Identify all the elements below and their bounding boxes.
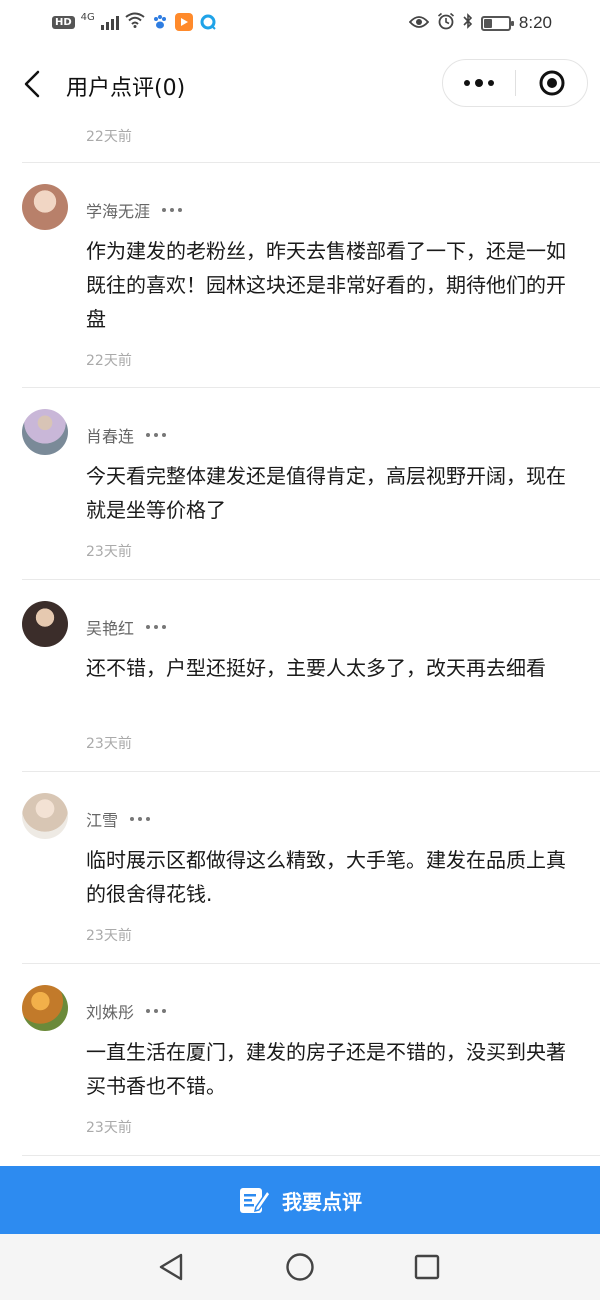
status-left: HD 4G	[52, 12, 217, 32]
review-header: 肖春连	[86, 423, 167, 447]
review-item: 刘姝彤 一直生活在厦门，建发的房子还是不错的，没买到央著买书香也不错。 23天前	[0, 964, 600, 1155]
more-options-icon[interactable]	[130, 817, 151, 821]
target-close-icon	[539, 70, 564, 96]
review-content: 还不错，户型还挺好，主要人太多了，改天再去细看	[86, 656, 546, 680]
more-menu-button[interactable]	[443, 60, 515, 106]
bluetooth-icon	[463, 12, 473, 34]
nav-bar: 用户点评(0)	[0, 48, 600, 120]
reviewer-name: 吴艳红	[86, 619, 135, 638]
battery-icon	[480, 15, 514, 31]
review-list[interactable]: 22天前 学海无涯 作为建发的老粉丝，昨天去售楼部看了一下，还是一如既往的喜欢！…	[0, 120, 600, 1166]
battery-level	[483, 18, 492, 28]
status-bar: HD 4G 8:20	[0, 0, 600, 48]
square-recents-icon	[414, 1254, 440, 1280]
reviewer-name: 肖春连	[86, 427, 135, 446]
triangle-back-icon	[159, 1253, 183, 1281]
edit-icon	[240, 1188, 271, 1213]
eye-icon	[408, 14, 430, 33]
close-miniprogram-button[interactable]	[516, 60, 587, 106]
avatar[interactable]	[22, 184, 68, 230]
write-review-button[interactable]: 我要点评	[0, 1166, 600, 1234]
review-item: 学海无涯 作为建发的老粉丝，昨天去售楼部看了一下，还是一如既往的喜欢！园林这块还…	[0, 163, 600, 388]
reviewer-name: 学海无涯	[86, 202, 151, 221]
avatar[interactable]	[22, 985, 68, 1031]
hd-badge: HD	[52, 15, 75, 29]
system-home-button[interactable]	[283, 1250, 317, 1284]
signal-icon	[100, 14, 119, 30]
review-item: 江雪 临时展示区都做得这么精致，大手笔。建发在品质上真的很舍得花钱. 23天前	[0, 772, 600, 963]
write-review-label: 我要点评	[282, 1189, 362, 1214]
browser-app-icon	[199, 13, 217, 31]
miniprogram-capsule	[442, 59, 588, 107]
review-time: 23天前	[86, 544, 132, 560]
avatar[interactable]	[22, 793, 68, 839]
system-nav-bar	[0, 1234, 600, 1300]
previous-review-stub: 22天前	[0, 120, 600, 163]
review-time: 22天前	[86, 353, 132, 369]
review-time: 22天前	[86, 129, 132, 145]
more-options-icon[interactable]	[146, 1009, 167, 1013]
review-item: 吴艳红 还不错，户型还挺好，主要人太多了，改天再去细看 23天前	[0, 580, 600, 771]
review-header: 学海无涯	[86, 198, 183, 222]
back-button[interactable]	[16, 68, 48, 100]
review-content: 作为建发的老粉丝，昨天去售楼部看了一下，还是一如既往的喜欢！园林这块还是非常好看…	[86, 239, 566, 331]
review-item: 肖春连 今天看完整体建发还是值得肯定，高层视野开阔，现在就是坐等价格了 23天前	[0, 388, 600, 579]
review-content: 今天看完整体建发还是值得肯定，高层视野开阔，现在就是坐等价格了	[86, 464, 566, 522]
reviewer-name: 江雪	[86, 811, 119, 830]
reviewer-name: 刘姝彤	[86, 1003, 135, 1022]
page-title: 用户点评(0)	[66, 76, 186, 101]
avatar[interactable]	[22, 601, 68, 647]
system-recents-button[interactable]	[410, 1250, 444, 1284]
clock: 8:20	[518, 13, 552, 32]
review-header: 江雪	[86, 807, 151, 831]
network-type: 4G	[80, 11, 95, 23]
review-header: 吴艳红	[86, 615, 167, 639]
review-content: 临时展示区都做得这么精致，大手笔。建发在品质上真的很舍得花钱.	[86, 848, 566, 906]
more-options-icon[interactable]	[162, 208, 183, 212]
review-time: 23天前	[86, 736, 132, 752]
chevron-left-icon	[24, 70, 40, 98]
paw-app-icon	[151, 13, 169, 31]
alarm-icon	[437, 12, 455, 34]
video-app-icon	[174, 13, 193, 31]
more-options-icon[interactable]	[146, 625, 167, 629]
divider	[22, 1155, 600, 1156]
review-header: 刘姝彤	[86, 999, 167, 1023]
avatar[interactable]	[22, 409, 68, 455]
review-time: 23天前	[86, 928, 132, 944]
status-right: 8:20	[408, 12, 552, 34]
circle-home-icon	[286, 1253, 314, 1281]
review-content: 一直生活在厦门，建发的房子还是不错的，没买到央著买书香也不错。	[86, 1040, 566, 1098]
more-options-icon[interactable]	[146, 433, 167, 437]
system-back-button[interactable]	[154, 1250, 188, 1284]
review-time: 23天前	[86, 1120, 132, 1136]
wifi-icon	[125, 12, 145, 32]
